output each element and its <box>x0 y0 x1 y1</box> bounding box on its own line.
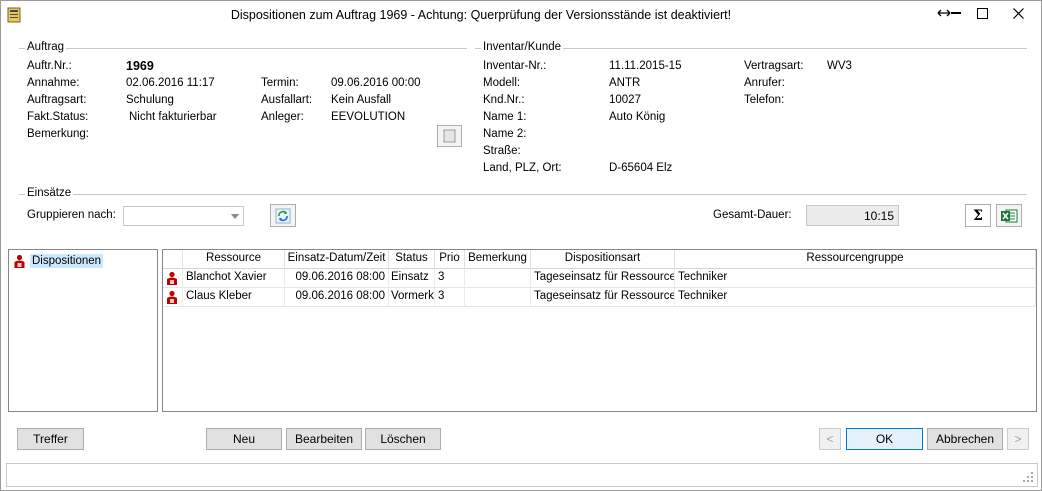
auftragsart-label: Auftragsart: <box>27 94 87 106</box>
abbrechen-button[interactable]: Abbrechen <box>927 428 1003 450</box>
loeschen-button[interactable]: Löschen <box>365 428 441 450</box>
einsaetze-divider <box>19 194 1027 195</box>
auftrag-divider <box>19 48 467 49</box>
termin-value: 09.06.2016 00:00 <box>331 77 421 89</box>
cell-ressource: Claus Kleber <box>183 288 285 307</box>
tree-root-item[interactable]: Dispositionen <box>13 252 104 270</box>
sigma-icon: Σ <box>973 207 983 224</box>
disposition-table[interactable]: Ressource Einsatz-Datum/Zeit Status Prio… <box>162 249 1037 412</box>
header-ressource[interactable]: Ressource <box>183 250 285 269</box>
cell-status: Einsatz <box>389 269 435 288</box>
ok-button[interactable]: OK <box>846 428 923 450</box>
header-einsatz-datum[interactable]: Einsatz-Datum/Zeit <box>285 250 389 269</box>
disposition-tree[interactable]: Dispositionen <box>8 249 158 412</box>
cell-ressource: Blanchot Xavier <box>183 269 285 288</box>
gruppieren-label: Gruppieren nach: <box>27 209 116 221</box>
auftr-nr-value: 1969 <box>126 59 154 73</box>
dialog-window: Dispositionen zum Auftrag 1969 - Achtung… <box>0 0 1042 491</box>
auftrag-legend: Auftrag <box>25 41 67 53</box>
anrufer-label: Anrufer: <box>744 77 785 89</box>
table-row[interactable]: Claus Kleber 09.06.2016 08:00 Vormerkung… <box>163 288 1036 307</box>
refresh-icon <box>275 208 291 223</box>
cell-status: Vormerkung <box>389 288 435 307</box>
table-header: Ressource Einsatz-Datum/Zeit Status Prio… <box>163 250 1036 269</box>
header-ressourcengruppe[interactable]: Ressourcengruppe <box>675 250 1036 269</box>
excel-export-button[interactable] <box>996 204 1022 227</box>
modell-label: Modell: <box>483 77 521 89</box>
modell-value: ANTR <box>609 77 641 89</box>
ausfallart-label: Ausfallart: <box>261 94 313 106</box>
cell-dispositionsart: Tageseinsatz für Ressource <box>531 288 675 307</box>
knd-nr-value: 10027 <box>609 94 641 106</box>
gesamt-dauer-label: Gesamt-Dauer: <box>713 209 792 221</box>
next-button[interactable]: > <box>1007 428 1029 450</box>
fakt-status-value: Nicht fakturierbar <box>129 111 217 123</box>
einsaetze-legend: Einsätze <box>25 187 74 199</box>
cell-prio: 3 <box>435 288 465 307</box>
cell-dispositionsart: Tageseinsatz für Ressource <box>531 269 675 288</box>
ausfallart-value: Kein Ausfall <box>331 94 392 106</box>
auftragsart-value: Schulung <box>126 94 174 106</box>
previous-button[interactable]: < <box>819 428 841 450</box>
resource-person-icon <box>14 254 25 268</box>
anleger-label: Anleger: <box>261 111 304 123</box>
annahme-label: Annahme: <box>27 77 80 89</box>
neu-button[interactable]: Neu <box>206 428 282 450</box>
inventar-nr-label: Inventar-Nr.: <box>483 60 547 72</box>
header-prio[interactable]: Prio <box>435 250 465 269</box>
row-icon-cell <box>163 288 183 307</box>
notes-button[interactable] <box>437 125 462 147</box>
cell-bemerkung <box>465 288 531 307</box>
window-title: Dispositionen zum Auftrag 1969 - Achtung… <box>230 8 732 22</box>
vertragsart-label: Vertragsart: <box>744 60 804 72</box>
treffer-button[interactable]: Treffer <box>17 428 84 450</box>
ort-value: D-65604 Elz <box>609 162 673 174</box>
anleger-value: EEVOLUTION <box>331 111 406 123</box>
termin-label: Termin: <box>261 77 299 89</box>
header-bemerkung[interactable]: Bemerkung <box>465 250 531 269</box>
name1-value: Auto König <box>609 111 666 123</box>
close-button[interactable] <box>1004 1 1032 25</box>
table-row[interactable]: Blanchot Xavier 09.06.2016 08:00 Einsatz… <box>163 269 1036 288</box>
fakt-status-label: Fakt.Status: <box>27 111 89 123</box>
inventar-legend: Inventar/Kunde <box>481 41 564 53</box>
cell-prio: 3 <box>435 269 465 288</box>
refresh-button[interactable] <box>270 204 296 227</box>
ort-label: Land, PLZ, Ort: <box>483 162 562 174</box>
cell-ressourcengruppe: Techniker <box>675 269 1036 288</box>
strasse-label: Straße: <box>483 145 521 157</box>
chevron-down-icon[interactable] <box>231 214 239 219</box>
name2-label: Name 2: <box>483 128 527 140</box>
resource-person-icon <box>167 290 177 304</box>
row-icon-cell <box>163 269 183 288</box>
knd-nr-label: Knd.Nr.: <box>483 94 525 106</box>
excel-icon <box>1001 209 1018 222</box>
cell-bemerkung <box>465 269 531 288</box>
telefon-label: Telefon: <box>744 94 785 106</box>
title-bar: Dispositionen zum Auftrag 1969 - Achtung… <box>1 1 1041 31</box>
tree-root-label: Dispositionen <box>30 254 104 268</box>
sum-button[interactable]: Σ <box>965 204 991 227</box>
gesamt-dauer-field: 10:15 <box>806 205 899 226</box>
bearbeiten-button[interactable]: Bearbeiten <box>286 428 362 450</box>
resource-person-icon <box>167 271 177 285</box>
document-icon <box>443 129 456 143</box>
auftr-nr-label: Auftr.Nr.: <box>27 60 72 72</box>
resize-grip-icon[interactable] <box>1023 472 1034 483</box>
header-status[interactable]: Status <box>389 250 435 269</box>
annahme-value: 02.06.2016 11:17 <box>126 77 215 89</box>
bemerkung-label: Bemerkung: <box>27 128 90 140</box>
minimize-button[interactable] <box>946 1 966 25</box>
name1-label: Name 1: <box>483 111 527 123</box>
status-bar <box>6 463 1038 487</box>
inventar-nr-value: 11.11.2015-15 <box>609 60 682 72</box>
header-icon-column <box>163 250 183 269</box>
gruppieren-select[interactable] <box>123 206 244 226</box>
cell-datum: 09.06.2016 08:00 <box>285 269 389 288</box>
vertragsart-value: WV3 <box>827 60 852 72</box>
cell-ressourcengruppe: Techniker <box>675 288 1036 307</box>
maximize-button[interactable] <box>969 1 995 25</box>
cell-datum: 09.06.2016 08:00 <box>285 288 389 307</box>
header-dispositionsart[interactable]: Dispositionsart <box>531 250 675 269</box>
